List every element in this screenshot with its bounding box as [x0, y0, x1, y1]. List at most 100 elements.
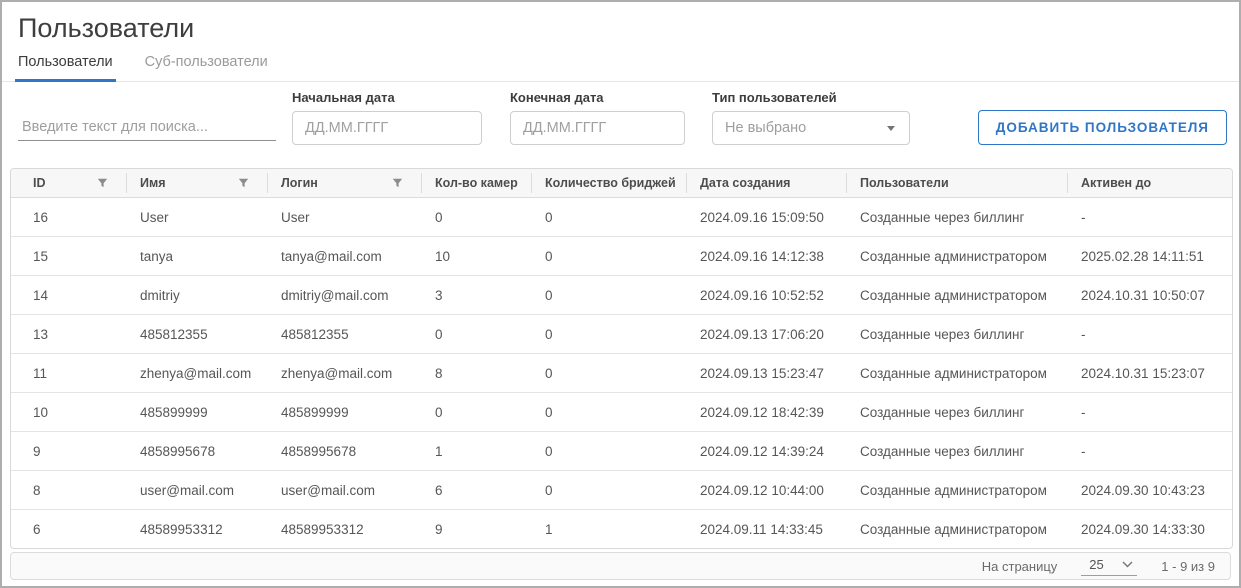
table-cell: 14 — [11, 276, 126, 315]
table-cell: dmitriy — [126, 276, 267, 315]
users-table: ID Имя Логин Кол-во камер Количество бриджей… — [10, 168, 1233, 549]
table-cell: User — [267, 198, 421, 237]
table-cell: User — [126, 198, 267, 237]
table-cell: 0 — [531, 393, 686, 432]
table-cell: 2024.09.12 14:39:24 — [686, 432, 846, 471]
table-cell: 9 — [421, 510, 531, 549]
table-cell: 2025.02.28 14:11:51 — [1067, 237, 1233, 276]
column-header-0[interactable]: ID — [11, 169, 126, 198]
per-page-select[interactable]: 25 — [1081, 556, 1137, 576]
table-cell: Созданные администратором — [846, 276, 1067, 315]
table-cell: 11 — [11, 354, 126, 393]
table-cell: 10 — [11, 393, 126, 432]
table-header-row: ID Имя Логин Кол-во камер Количество бриджей… — [11, 169, 1233, 198]
column-header-label: Пользователи — [860, 176, 949, 190]
table-cell: tanya — [126, 237, 267, 276]
column-header-3[interactable]: Кол-во камер — [421, 169, 531, 198]
chevron-down-icon — [887, 126, 895, 131]
table-cell: 2024.09.11 14:33:45 — [686, 510, 846, 549]
table-cell: 0 — [531, 471, 686, 510]
table-cell: 0 — [531, 315, 686, 354]
column-header-1[interactable]: Имя — [126, 169, 267, 198]
table-row[interactable]: 14dmitriydmitriy@mail.com302024.09.16 10… — [11, 276, 1233, 315]
column-header-6[interactable]: Пользователи — [846, 169, 1067, 198]
table-cell: 2024.09.30 10:43:23 — [1067, 471, 1233, 510]
table-cell: 2024.10.31 10:50:07 — [1067, 276, 1233, 315]
table-row[interactable]: 8user@mail.comuser@mail.com602024.09.12 … — [11, 471, 1233, 510]
table-cell: 485812355 — [126, 315, 267, 354]
funnel-icon[interactable] — [97, 178, 108, 189]
user-type-label: Тип пользователей — [712, 90, 910, 105]
pagination-bar: На страницу 25 1 - 9 из 9 — [10, 552, 1231, 580]
table-cell: zhenya@mail.com — [267, 354, 421, 393]
table-cell: 0 — [421, 393, 531, 432]
table-cell: - — [1067, 198, 1233, 237]
table-cell: 2024.09.13 17:06:20 — [686, 315, 846, 354]
column-header-5[interactable]: Дата создания — [686, 169, 846, 198]
table-cell: 0 — [421, 198, 531, 237]
table-cell: tanya@mail.com — [267, 237, 421, 276]
user-type-selected-value: Не выбрано — [725, 120, 806, 136]
table-cell: 9 — [11, 432, 126, 471]
table-cell: 16 — [11, 198, 126, 237]
column-header-7[interactable]: Активен до — [1067, 169, 1233, 198]
table-cell: Созданные администратором — [846, 354, 1067, 393]
table-cell: user@mail.com — [267, 471, 421, 510]
column-header-label: Дата создания — [700, 176, 790, 190]
column-header-2[interactable]: Логин — [267, 169, 421, 198]
table-cell: 8 — [421, 354, 531, 393]
table-row[interactable]: 10485899999485899999002024.09.12 18:42:3… — [11, 393, 1233, 432]
table-cell: 0 — [531, 276, 686, 315]
table-cell: Созданные через биллинг — [846, 315, 1067, 354]
column-header-label: Количество бриджей — [545, 176, 676, 190]
table-row[interactable]: 13485812355485812355002024.09.13 17:06:2… — [11, 315, 1233, 354]
table-cell: 2024.10.31 15:23:07 — [1067, 354, 1233, 393]
column-header-label: Логин — [281, 176, 318, 190]
add-user-button[interactable]: ДОБАВИТЬ ПОЛЬЗОВАТЕЛЯ — [978, 110, 1227, 145]
table-cell: Созданные через биллинг — [846, 432, 1067, 471]
table-cell: 6 — [11, 510, 126, 549]
table-row[interactable]: 948589956784858995678102024.09.12 14:39:… — [11, 432, 1233, 471]
table-cell: Созданные через биллинг — [846, 393, 1067, 432]
table-cell: 0 — [531, 237, 686, 276]
funnel-icon[interactable] — [392, 178, 403, 189]
funnel-icon[interactable] — [238, 178, 249, 189]
end-date-input[interactable] — [510, 111, 685, 145]
table-cell: 4858995678 — [267, 432, 421, 471]
table-row[interactable]: 64858995331248589953312912024.09.11 14:3… — [11, 510, 1233, 549]
table-cell: 4858995678 — [126, 432, 267, 471]
table-cell: 0 — [421, 315, 531, 354]
user-type-select[interactable]: Не выбрано — [712, 111, 910, 145]
table-cell: 1 — [421, 432, 531, 471]
tab-sub-users[interactable]: Суб-пользователи — [142, 54, 271, 82]
table-cell: zhenya@mail.com — [126, 354, 267, 393]
start-date-group: Начальная дата — [292, 90, 482, 145]
tab-users[interactable]: Пользователи — [15, 54, 116, 82]
chevron-down-icon — [1122, 561, 1133, 568]
start-date-input[interactable] — [292, 111, 482, 145]
column-header-label: ID — [33, 176, 46, 190]
table-cell: 0 — [531, 198, 686, 237]
tabs-bar: Пользователи Суб-пользователи — [2, 54, 1239, 82]
table-cell: 3 — [421, 276, 531, 315]
table-row[interactable]: 11zhenya@mail.comzhenya@mail.com802024.0… — [11, 354, 1233, 393]
table-cell: Созданные через биллинг — [846, 198, 1067, 237]
table-cell: 2024.09.16 10:52:52 — [686, 276, 846, 315]
column-header-4[interactable]: Количество бриджей — [531, 169, 686, 198]
table-cell: - — [1067, 315, 1233, 354]
table-cell: 2024.09.12 10:44:00 — [686, 471, 846, 510]
table-cell: 485899999 — [267, 393, 421, 432]
column-header-label: Активен до — [1081, 176, 1151, 190]
table-row[interactable]: 15tanyatanya@mail.com1002024.09.16 14:12… — [11, 237, 1233, 276]
search-input[interactable] — [18, 114, 276, 141]
table-cell: 2024.09.13 15:23:47 — [686, 354, 846, 393]
table-cell: Созданные администратором — [846, 471, 1067, 510]
users-page: Пользователи Пользователи Суб-пользовате… — [0, 0, 1241, 588]
table-cell: 8 — [11, 471, 126, 510]
table-cell: 485899999 — [126, 393, 267, 432]
table-row[interactable]: 16UserUser002024.09.16 15:09:50Созданные… — [11, 198, 1233, 237]
per-page-label: На страницу — [982, 559, 1058, 574]
table-cell: - — [1067, 393, 1233, 432]
table-cell: Созданные администратором — [846, 510, 1067, 549]
end-date-label: Конечная дата — [510, 90, 685, 105]
